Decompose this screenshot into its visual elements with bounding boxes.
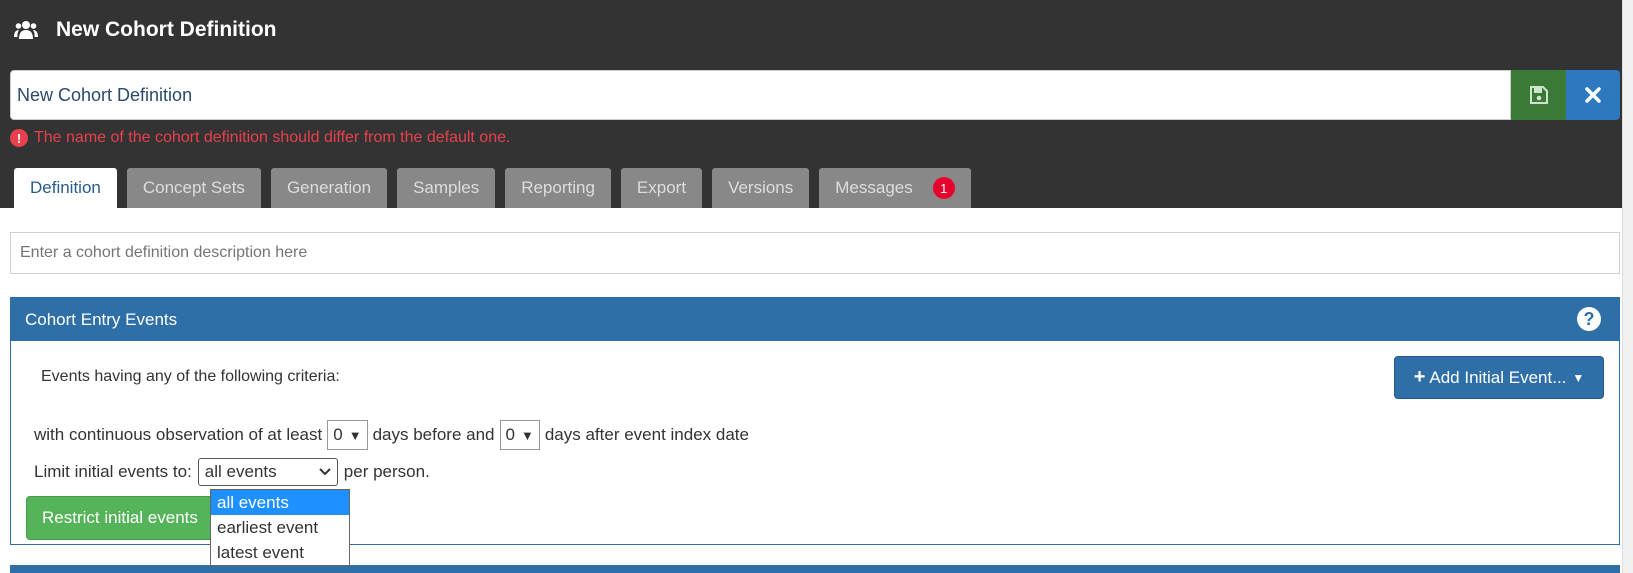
page-title-bar: New Cohort Definition: [14, 14, 276, 46]
caret-down-icon: ▼: [1572, 370, 1585, 385]
save-button[interactable]: [1511, 70, 1566, 120]
floppy-disk-icon: [1529, 86, 1548, 104]
tab-label: Messages: [835, 178, 913, 197]
tab-versions[interactable]: Versions: [712, 168, 810, 208]
exclamation-circle-icon: !: [10, 129, 28, 147]
limit-initial-events-row: Limit initial events to: all events per …: [34, 458, 430, 486]
days-after-select[interactable]: 0 ▼: [499, 420, 540, 450]
panel-header: Cohort Entry Events ?: [11, 298, 1619, 341]
messages-count-badge: 1: [932, 177, 955, 199]
plus-icon: +: [1413, 366, 1426, 388]
tab-label: Versions: [728, 178, 794, 197]
users-icon: [14, 21, 38, 39]
limit-suffix-text: per person.: [343, 462, 430, 481]
criteria-label: Events having any of the following crite…: [41, 368, 340, 385]
caret-down-icon: ▼: [520, 427, 534, 443]
chevron-down-icon: [319, 468, 331, 476]
observation-window-row: with continuous observation of at least …: [34, 420, 749, 450]
cohort-name-input[interactable]: [10, 70, 1511, 120]
tab-label: Definition: [30, 178, 101, 197]
days-after-value: 0: [505, 425, 515, 444]
tab-label: Generation: [286, 178, 372, 197]
obs-mid-text: days before and: [372, 425, 495, 444]
limit-label: Limit initial events to:: [34, 462, 192, 481]
tab-reporting[interactable]: Reporting: [505, 168, 611, 208]
tab-generation[interactable]: Generation: [270, 168, 388, 208]
caret-down-icon: ▼: [348, 427, 362, 443]
description-input[interactable]: [10, 232, 1620, 274]
restrict-initial-events-button[interactable]: Restrict initial events: [26, 496, 226, 540]
days-before-select[interactable]: 0 ▼: [327, 420, 368, 450]
tab-export[interactable]: Export: [620, 168, 703, 208]
tab-definition[interactable]: Definition: [14, 168, 117, 208]
option-latest-event[interactable]: latest event: [211, 540, 349, 565]
obs-suffix-text: days after event index date: [544, 425, 749, 444]
add-initial-event-label: Add Initial Event...: [1429, 367, 1567, 387]
name-warning: ! The name of the cohort definition shou…: [10, 129, 510, 147]
tab-messages[interactable]: Messages 1: [819, 168, 971, 208]
limit-events-dropdown: all events earliest event latest event: [210, 489, 350, 566]
tab-concept-sets[interactable]: Concept Sets: [126, 168, 261, 208]
close-icon: [1585, 87, 1601, 103]
limit-events-select[interactable]: all events: [197, 458, 338, 486]
tab-label: Concept Sets: [142, 178, 245, 197]
close-button[interactable]: [1566, 70, 1620, 120]
tab-label: Export: [636, 178, 687, 197]
app-header: New Cohort Definition ! The name of the …: [0, 0, 1633, 208]
option-earliest-event[interactable]: earliest event: [211, 515, 349, 540]
limit-selected-value: all events: [204, 462, 277, 481]
next-panel-header: [10, 565, 1620, 573]
tab-samples[interactable]: Samples: [397, 168, 496, 208]
tab-label: Reporting: [521, 178, 595, 197]
add-initial-event-button[interactable]: + Add Initial Event... ▼: [1394, 356, 1604, 399]
tab-bar: Definition Concept Sets Generation Sampl…: [14, 168, 981, 208]
help-icon[interactable]: ?: [1577, 307, 1601, 331]
warning-text: The name of the cohort definition should…: [34, 129, 511, 146]
panel-title: Cohort Entry Events: [25, 309, 178, 329]
obs-prefix-text: with continuous observation of at least: [34, 425, 323, 444]
restrict-label: Restrict initial events: [42, 508, 198, 527]
days-before-value: 0: [333, 425, 343, 444]
page-title: New Cohort Definition: [56, 18, 277, 41]
option-all-events[interactable]: all events: [211, 490, 349, 515]
tab-label: Samples: [413, 178, 480, 197]
scrollbar[interactable]: [1622, 0, 1633, 573]
